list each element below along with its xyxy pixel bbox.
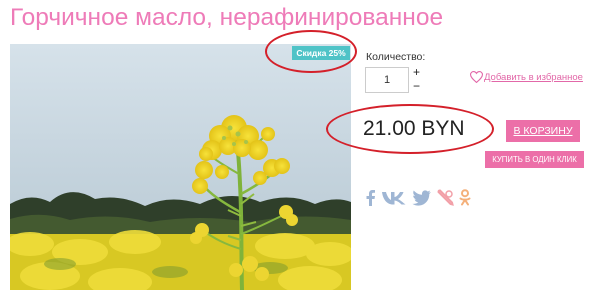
- odnoklassniki-icon[interactable]: [459, 189, 471, 206]
- twitter-icon[interactable]: [412, 189, 432, 206]
- facebook-icon[interactable]: [365, 189, 376, 206]
- quantity-decrease-button[interactable]: −: [413, 80, 420, 92]
- livejournal-icon[interactable]: [437, 189, 454, 206]
- vk-icon[interactable]: [381, 190, 407, 205]
- add-to-wishlist-link[interactable]: Добавить в избранное: [470, 71, 583, 83]
- wishlist-label: Добавить в избранное: [484, 71, 583, 83]
- buy-one-click-button[interactable]: КУПИТЬ В ОДИН КЛИК: [485, 151, 584, 168]
- social-share-bar: [365, 189, 471, 206]
- heart-icon: [470, 71, 483, 83]
- product-image: [10, 44, 351, 290]
- product-title: Горчичное масло, нерафинированное: [10, 4, 444, 31]
- quantity-input[interactable]: 1: [365, 67, 409, 93]
- quantity-label: Количество:: [366, 51, 426, 63]
- quantity-increase-button[interactable]: +: [413, 66, 420, 78]
- add-to-cart-button[interactable]: В КОРЗИНУ: [506, 120, 580, 142]
- price: 21.00 BYN: [363, 117, 465, 140]
- discount-badge: Скидка 25%: [292, 46, 350, 60]
